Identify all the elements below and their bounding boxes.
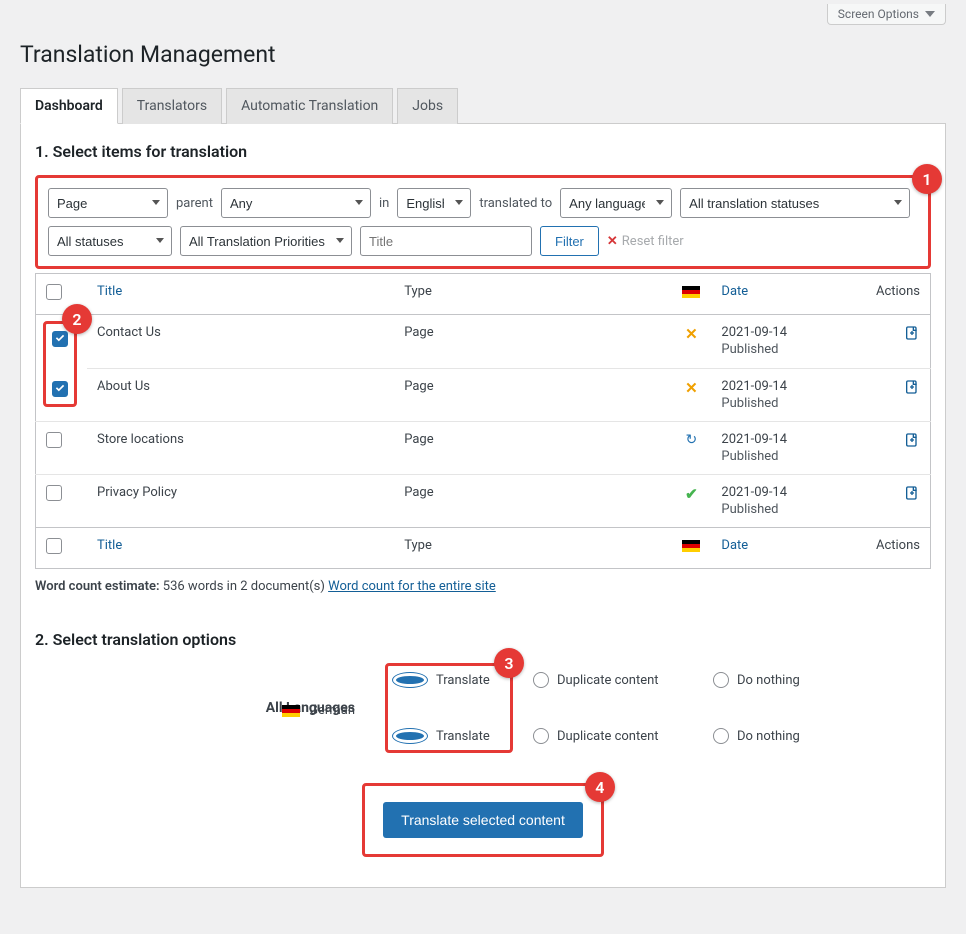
german-label: German (309, 703, 355, 718)
radio-all-translate[interactable] (392, 672, 428, 688)
filter-button[interactable]: Filter (540, 226, 599, 256)
status-not-translated-icon: ✕ (685, 325, 698, 343)
translate-selected-button[interactable]: Translate selected content (383, 802, 583, 838)
status-not-translated-icon: ✕ (685, 379, 698, 397)
radio-all-duplicate[interactable] (533, 672, 549, 688)
row-checkbox[interactable] (46, 485, 62, 501)
radio-german-duplicate[interactable] (533, 728, 549, 744)
translate-action-icon[interactable] (904, 433, 920, 452)
table-row: Store locations Page ↻ 2021-09-14Publish… (36, 422, 931, 475)
german-flag-icon (682, 540, 700, 552)
status-update-icon: ↻ (686, 432, 698, 448)
translate-action-icon[interactable] (904, 380, 920, 399)
radio-german-nothing[interactable] (713, 728, 729, 744)
select-all-top[interactable] (46, 284, 62, 300)
status-complete-icon: ✔ (685, 485, 698, 503)
col-title[interactable]: Title (97, 284, 122, 299)
close-icon: ✕ (607, 234, 618, 249)
row-title: Contact Us (87, 315, 394, 369)
tabs: Dashboard Translators Automatic Translat… (20, 88, 946, 124)
parent-select[interactable]: Any (221, 188, 371, 218)
row-title: Privacy Policy (87, 475, 394, 528)
col-date-foot[interactable]: Date (721, 538, 748, 553)
col-type: Type (394, 274, 671, 315)
content-table: Title Type Date Actions 2 Contact Us Pag… (35, 273, 931, 569)
chevron-down-icon (925, 11, 935, 17)
table-row: Privacy Policy Page ✔ 2021-09-14Publishe… (36, 475, 931, 528)
section-2-title: 2. Select translation options (35, 630, 931, 649)
target-language-select[interactable]: Any language (560, 188, 672, 218)
post-type-select[interactable]: Page (48, 188, 168, 218)
callout-badge-4: 4 (585, 772, 615, 802)
radio-german-translate[interactable] (392, 728, 428, 744)
row-title: About Us (87, 368, 394, 422)
row-type: Page (394, 368, 671, 422)
filter-box: 1 Page parent Any in English translated … (35, 175, 931, 269)
word-count-estimate: Word count estimate: 536 words in 2 docu… (35, 579, 931, 594)
section-1-title: 1. Select items for translation (35, 142, 931, 161)
parent-label: parent (176, 196, 213, 211)
translation-status-select[interactable]: All translation statuses (680, 188, 910, 218)
tab-dashboard[interactable]: Dashboard (20, 88, 118, 124)
german-flag-icon (282, 705, 300, 717)
col-title-foot[interactable]: Title (97, 538, 122, 553)
row-type: Page (394, 422, 671, 475)
select-all-bottom[interactable] (46, 538, 62, 554)
tab-translators[interactable]: Translators (122, 88, 222, 124)
priority-select[interactable]: All Translation Priorities (180, 226, 352, 256)
row-checkbox[interactable] (46, 432, 62, 448)
translated-to-label: translated to (479, 196, 552, 211)
page-title: Translation Management (20, 41, 946, 68)
table-row: About Us Page ✕ 2021-09-14Published (36, 368, 931, 422)
radio-all-nothing[interactable] (713, 672, 729, 688)
translate-action-icon[interactable] (904, 486, 920, 505)
in-label: in (379, 196, 389, 211)
source-language-select[interactable]: English (397, 188, 471, 218)
row-type: Page (394, 475, 671, 528)
callout-badge-1: 1 (912, 164, 942, 194)
translate-action-icon[interactable] (904, 326, 920, 345)
reset-filter-link[interactable]: ✕ Reset filter (607, 234, 684, 249)
screen-options-button[interactable]: Screen Options (827, 4, 946, 25)
callout-badge-2: 2 (62, 304, 92, 334)
german-flag-icon (682, 286, 700, 298)
row-type: Page (394, 315, 671, 369)
col-date[interactable]: Date (721, 284, 748, 299)
tab-jobs[interactable]: Jobs (397, 88, 458, 124)
dashboard-panel: 1. Select items for translation 1 Page p… (20, 124, 946, 888)
row-title: Store locations (87, 422, 394, 475)
row-checkbox[interactable] (52, 331, 68, 347)
table-row: 2 Contact Us Page ✕ 2021-09-14Published (36, 315, 931, 369)
col-actions: Actions (851, 274, 931, 315)
status-select[interactable]: All statuses (48, 226, 172, 256)
word-count-link[interactable]: Word count for the entire site (328, 579, 496, 594)
tab-automatic-translation[interactable]: Automatic Translation (226, 88, 393, 124)
callout-badge-3: 3 (494, 648, 524, 678)
title-filter-input[interactable] (360, 226, 532, 256)
screen-options-label: Screen Options (838, 7, 919, 21)
row-checkbox[interactable] (52, 381, 68, 397)
